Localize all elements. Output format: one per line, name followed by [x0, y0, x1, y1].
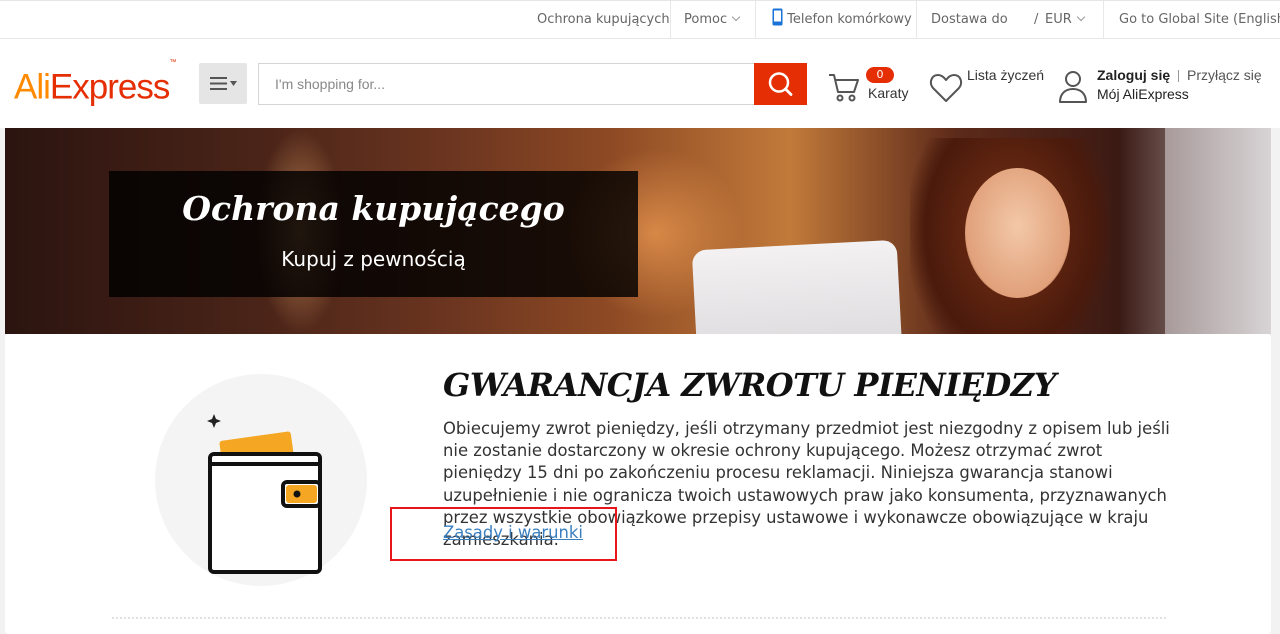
chevron-down-icon: [731, 12, 741, 22]
cart-label: Karaty: [868, 85, 909, 101]
annotation-highlight-box: [390, 507, 617, 561]
banner-person-face: [965, 168, 1070, 298]
divider: [755, 1, 756, 39]
join-link[interactable]: Przyłącz się: [1187, 67, 1262, 83]
logo-trademark: ™: [169, 59, 177, 66]
wallet-illustration: [155, 374, 367, 586]
search-input[interactable]: [258, 63, 754, 105]
category-menu-button[interactable]: [199, 63, 247, 104]
logo-prefix: Ali: [14, 67, 51, 107]
search-button[interactable]: [754, 63, 807, 105]
divider: [916, 1, 917, 39]
banner-subtitle: Kupuj z pewnością: [281, 247, 466, 271]
search-icon: [768, 72, 793, 96]
divider: [1178, 70, 1179, 82]
top-utility-bar: Ochrona kupujących Pomoc Telefon komórko…: [0, 0, 1280, 39]
main-header: AliExpress™ 0 Karaty Lista życzeń: [0, 39, 1280, 128]
currency-label: EUR: [1045, 12, 1072, 27]
cart-count-badge: 0: [866, 67, 894, 83]
divider: [1103, 1, 1104, 39]
logo-main: Express: [49, 67, 170, 107]
user-icon: [1059, 71, 1087, 103]
divider: [670, 1, 671, 39]
banner-title: Ochrona kupującego: [182, 189, 565, 228]
menu-icon: [210, 77, 237, 90]
cart-icon: [829, 74, 859, 102]
mobile-link[interactable]: Telefon komórkowy: [772, 1, 912, 39]
banner-text-box: Ochrona kupującego Kupuj z pewnością: [109, 171, 638, 297]
currency-selector[interactable]: EUR: [1045, 1, 1086, 39]
wallet-icon: [207, 414, 322, 574]
cart-button[interactable]: 0 Karaty: [826, 67, 916, 107]
banner-window: [1165, 128, 1271, 334]
guarantee-card: GWARANCJA ZWROTU PIENIĘDZY Obiecujemy zw…: [5, 334, 1271, 634]
wishlist-label: Lista życzeń: [967, 67, 1045, 83]
heart-icon: [929, 74, 963, 102]
aliexpress-logo[interactable]: AliExpress™: [14, 59, 176, 108]
ship-to-selector[interactable]: Dostawa do: [931, 1, 1008, 39]
mobile-label: Telefon komórkowy: [787, 12, 912, 27]
chevron-down-icon: [1076, 12, 1086, 22]
phone-icon: [772, 8, 783, 26]
hero-banner: Ochrona kupującego Kupuj z pewnością: [5, 128, 1271, 334]
my-aliexpress-link[interactable]: Mój AliExpress: [1097, 86, 1189, 102]
help-menu[interactable]: Pomoc: [684, 1, 741, 39]
buyer-protection-link[interactable]: Ochrona kupujących: [537, 1, 670, 39]
section-divider: [112, 617, 1166, 619]
sparkle-icon: [207, 414, 221, 428]
guarantee-title: GWARANCJA ZWROTU PIENIĘDZY: [443, 366, 1056, 404]
ship-currency-separator: /: [1034, 12, 1039, 27]
help-label: Pomoc: [684, 12, 728, 27]
banner-laptop: [691, 239, 904, 334]
signin-link[interactable]: Zaloguj się: [1097, 67, 1170, 83]
global-site-link[interactable]: Go to Global Site (English): [1119, 1, 1280, 39]
